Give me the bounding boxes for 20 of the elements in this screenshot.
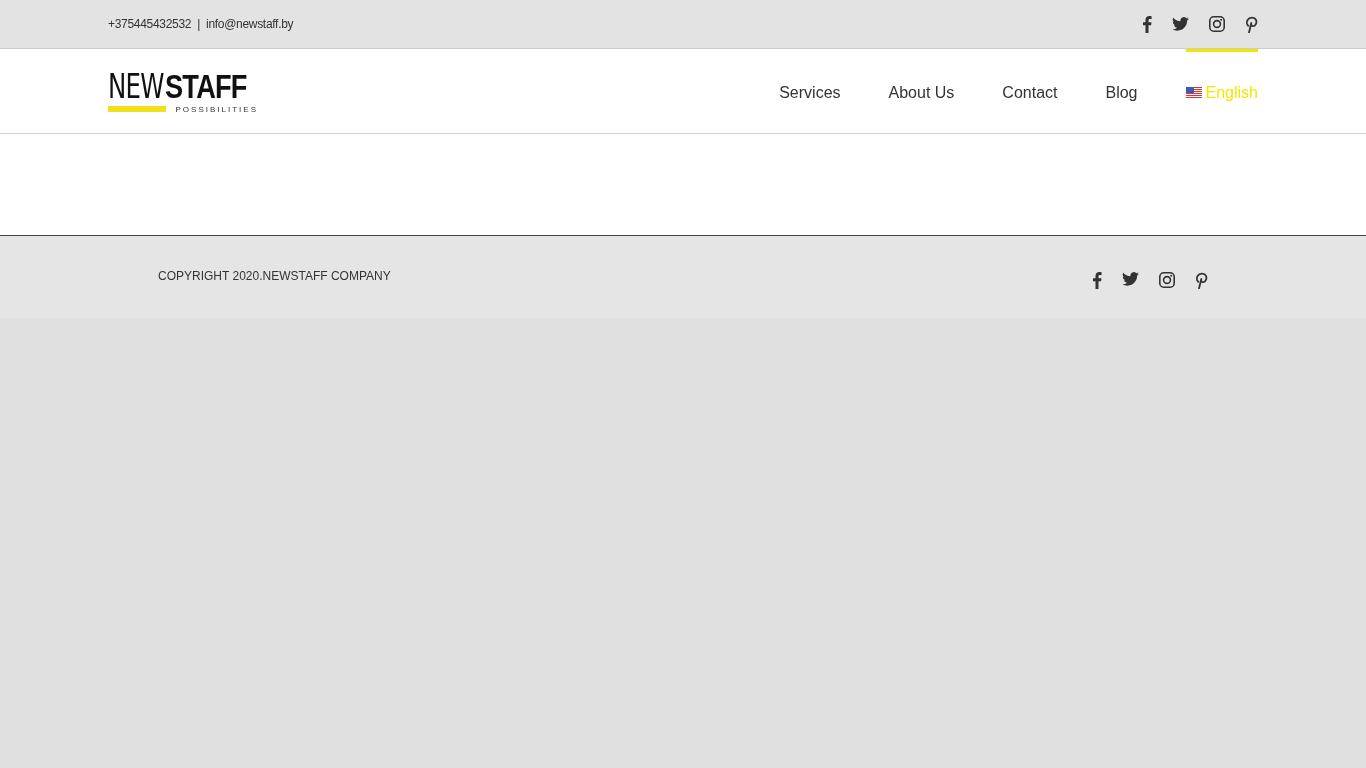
separator-text: |	[197, 17, 201, 31]
instagram-icon[interactable]	[1159, 272, 1175, 288]
twitter-icon[interactable]	[1172, 17, 1189, 31]
flag-icon	[1185, 87, 1202, 98]
copyright-text: COPYRIGHT 2020.NEWSTAFF COMPANY	[158, 269, 391, 283]
nav-link[interactable]: Contact	[978, 49, 1082, 133]
phone-number: +375445432532	[108, 17, 192, 31]
nav-link[interactable]: Blog	[1081, 49, 1162, 133]
pinterest-icon[interactable]	[1195, 272, 1208, 289]
facebook-icon[interactable]	[1142, 15, 1152, 33]
facebook-icon[interactable]	[1092, 272, 1102, 289]
logo-tagline: POSSIBILITIES	[175, 104, 258, 114]
twitter-icon[interactable]	[1122, 272, 1139, 286]
nav-link[interactable]: Services	[755, 49, 865, 133]
instagram-icon[interactable]	[1209, 16, 1225, 32]
logo-bar	[108, 106, 166, 112]
nav-link[interactable]: About Us	[864, 49, 979, 133]
logo-wordmark[interactable]: NEWSTAFF	[108, 68, 258, 103]
pinterest-icon[interactable]	[1245, 15, 1258, 33]
email-address: info@newstaff.by	[206, 17, 294, 31]
